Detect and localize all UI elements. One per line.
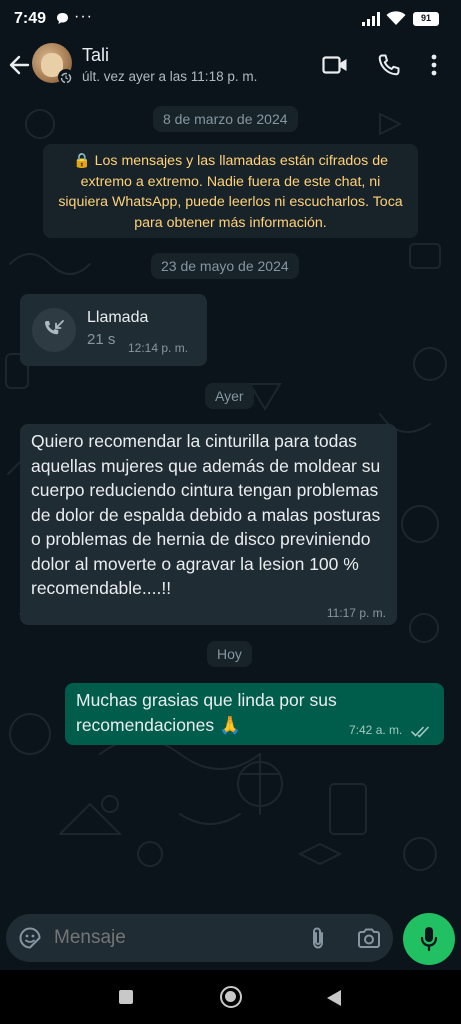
more-notifications-icon: ··· [74, 8, 93, 25]
call-label: Llamada [87, 309, 149, 326]
status-time: 7:49 [14, 10, 47, 27]
call-log-bubble[interactable]: Llamada 21 s 12:14 p. m. [20, 294, 207, 366]
date-chip: Hoy [207, 641, 252, 667]
battery-icon: 91 [413, 12, 439, 26]
status-bar: 7:49 ··· 91 [0, 0, 461, 38]
nav-back-icon[interactable] [326, 989, 342, 1012]
system-navigation-bar [0, 970, 461, 1024]
voice-record-button[interactable] [403, 913, 455, 965]
wifi-icon [386, 11, 406, 31]
last-seen-status: últ. vez ayer a las 11:18 p. m. [82, 69, 258, 84]
encryption-notice[interactable]: 🔒 Los mensajes y las llamadas están cifr… [43, 144, 418, 238]
outgoing-message[interactable]: Muchas grasias que linda por sus recomen… [65, 683, 444, 745]
message-time: 12:14 p. m. [128, 341, 189, 355]
status-ring-icon [58, 69, 74, 85]
date-chip: 8 de marzo de 2024 [153, 106, 298, 132]
message-time: 11:17 p. m. [326, 606, 386, 620]
message-composer [6, 914, 393, 962]
message-time: 7:42 a. m. [349, 723, 403, 737]
incoming-message[interactable]: Quiero recomendar la cinturilla para tod… [20, 424, 397, 625]
missed-call-icon [32, 308, 76, 352]
attach-icon[interactable] [308, 926, 328, 955]
chat-messages-area[interactable]: 8 de marzo de 2024 🔒 Los mensajes y las … [0, 94, 461, 910]
sticker-emoji-icon[interactable] [18, 926, 42, 955]
back-arrow-icon[interactable] [8, 54, 30, 81]
message-text: Muchas grasias que linda por sus recomen… [76, 690, 337, 735]
date-chip: 23 de mayo de 2024 [151, 253, 299, 279]
microphone-icon [420, 926, 438, 957]
recent-apps-icon[interactable] [119, 990, 133, 1004]
chat-header: Tali últ. vez ayer a las 11:18 p. m. [0, 38, 461, 94]
more-vertical-icon[interactable] [430, 54, 438, 81]
message-input[interactable] [54, 914, 294, 962]
phone-call-icon[interactable] [377, 53, 401, 82]
contact-name[interactable]: Tali [82, 45, 109, 66]
chat-notification-icon [56, 12, 69, 30]
video-call-icon[interactable] [322, 55, 348, 80]
signal-icon [362, 12, 382, 31]
camera-icon[interactable] [357, 927, 381, 954]
read-receipt-icon [411, 725, 431, 743]
date-chip: Ayer [205, 383, 254, 409]
message-text: Quiero recomendar la cinturilla para tod… [31, 431, 381, 598]
home-icon[interactable] [220, 986, 242, 1008]
call-duration: 21 s [87, 331, 116, 348]
